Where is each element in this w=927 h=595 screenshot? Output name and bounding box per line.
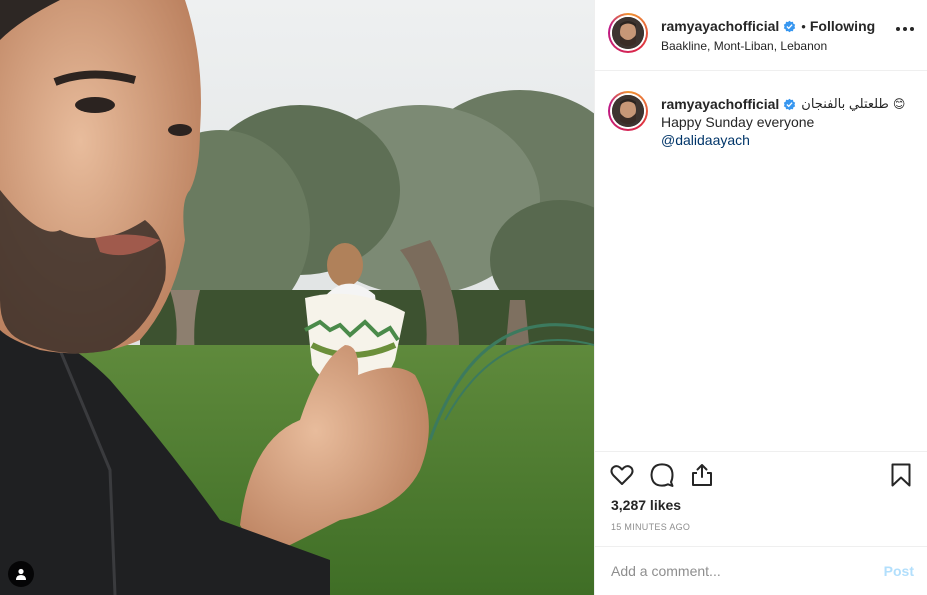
profile-picture — [612, 95, 644, 127]
post-timestamp[interactable]: 15 MINUTES AGO — [611, 522, 690, 532]
user-tag-icon — [16, 568, 26, 580]
caption-text-arabic: طلعتلي بالفنجان — [801, 96, 889, 111]
add-comment-bar: Add a comment... Post — [595, 546, 927, 595]
mention-link[interactable]: @dalidaayach — [661, 131, 916, 149]
bookmark-icon — [891, 463, 911, 487]
location-link[interactable]: Baakline, Mont-Liban, Lebanon — [661, 39, 901, 53]
comment-input[interactable]: Add a comment... — [611, 563, 721, 579]
post-actions: 3,287 likes 15 MINUTES AGO — [595, 451, 927, 546]
following-button[interactable]: Following — [810, 18, 875, 34]
verified-badge-icon — [784, 20, 796, 32]
post-image — [0, 0, 594, 595]
share-icon — [692, 464, 712, 486]
separator-dot: • — [801, 18, 806, 34]
share-button[interactable] — [689, 462, 715, 488]
avatar[interactable] — [608, 13, 648, 53]
comment-icon — [650, 463, 674, 487]
caption-emoji: 😊 — [892, 97, 906, 111]
like-button[interactable] — [609, 462, 635, 488]
caption-username[interactable]: ramyayachofficial — [661, 95, 779, 113]
post-header: ramyayachofficial • Following Baakline, … — [595, 0, 927, 71]
more-options-icon[interactable] — [896, 27, 914, 33]
post-photo[interactable] — [0, 0, 594, 595]
post-side-panel: ramyayachofficial • Following Baakline, … — [594, 0, 927, 595]
user-tag-button[interactable] — [8, 561, 34, 587]
caption-text: Happy Sunday everyone — [661, 114, 815, 130]
caption-avatar[interactable] — [608, 91, 648, 131]
comment-button[interactable] — [649, 462, 675, 488]
profile-picture — [612, 17, 644, 49]
post-comment-button[interactable]: Post — [884, 563, 914, 579]
likes-count[interactable]: 3,287 likes — [611, 497, 681, 513]
save-button[interactable] — [888, 462, 914, 488]
verified-badge-icon — [784, 98, 796, 110]
username[interactable]: ramyayachofficial — [661, 18, 779, 34]
heart-icon — [610, 465, 634, 485]
